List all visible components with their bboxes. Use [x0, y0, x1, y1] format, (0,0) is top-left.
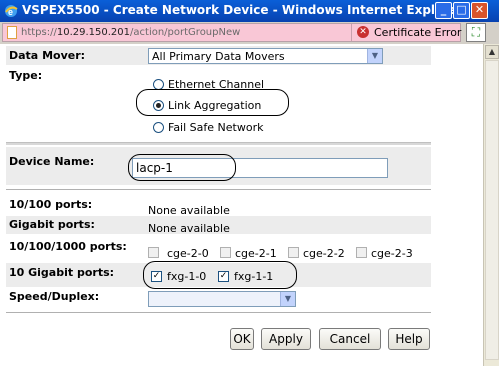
scrollbar-thumb[interactable]	[485, 60, 499, 360]
speed-duplex-label: Speed/Duplex:	[9, 290, 100, 303]
annotation-oval	[143, 261, 297, 289]
data-mover-label: Data Mover:	[9, 49, 86, 62]
section-divider	[6, 142, 431, 145]
window-title-bar[interactable]: e VSPEX5500 - Create Network Device - Wi…	[0, 0, 499, 22]
checkbox-cge-2-1-label: cge-2-1	[235, 247, 277, 260]
minimize-button[interactable]: _	[435, 2, 452, 19]
speed-duplex-select[interactable]: ▼	[148, 291, 296, 307]
certificate-error-button[interactable]: ✕ Certificate Error	[351, 24, 461, 41]
section-divider	[6, 189, 431, 190]
window-title: VSPEX5500 - Create Network Device - Wind…	[22, 3, 464, 17]
scroll-up-arrow-icon[interactable]: ▲	[485, 45, 499, 59]
checkbox-cge-2-3-label: cge-2-3	[371, 247, 413, 260]
checkbox-cge-2-2-label: cge-2-2	[303, 247, 345, 260]
page-icon	[7, 26, 17, 39]
error-shield-icon: ✕	[357, 26, 369, 38]
url-field[interactable]: https://10.29.150.201/action/portGroupNe…	[2, 23, 461, 42]
radio-fail-safe-network-label: Fail Safe Network	[168, 121, 264, 134]
radio-fail-safe-network[interactable]	[153, 122, 164, 133]
apply-button[interactable]: Apply	[261, 328, 311, 350]
section-divider	[6, 312, 431, 313]
gigabit-ports-label: Gigabit ports:	[9, 218, 95, 231]
chevron-down-icon: ▼	[367, 49, 382, 63]
checkbox-cge-2-0-label: cge-2-0	[167, 247, 209, 260]
ports-10-100-1000-label: 10/100/1000 ports:	[9, 240, 127, 253]
compatibility-view-icon[interactable]: ⛶	[466, 23, 486, 42]
checkbox-cge-2-2[interactable]	[288, 247, 299, 258]
checkbox-cge-2-0[interactable]	[148, 247, 159, 258]
data-mover-value: All Primary Data Movers	[152, 50, 285, 63]
url-text: https://10.29.150.201/action/portGroupNe…	[21, 27, 241, 38]
ports-10-100-label: 10/100 ports:	[9, 198, 93, 211]
checkbox-cge-2-3[interactable]	[356, 247, 367, 258]
ten-gigabit-ports-label: 10 Gigabit ports:	[9, 266, 115, 279]
annotation-oval	[128, 154, 236, 181]
form-area: Data Mover: All Primary Data Movers ▼ Ty…	[0, 44, 483, 366]
annotation-oval	[136, 89, 289, 116]
cancel-button[interactable]: Cancel	[319, 328, 381, 350]
internet-explorer-icon: e	[5, 5, 18, 17]
ok-button[interactable]: OK	[230, 328, 254, 350]
svg-text:e: e	[8, 7, 13, 17]
vertical-scrollbar[interactable]: ▲	[483, 44, 499, 366]
maximize-button[interactable]: □	[453, 2, 470, 19]
type-label: Type:	[9, 69, 43, 82]
checkbox-cge-2-1[interactable]	[220, 247, 231, 258]
help-button[interactable]: Help	[388, 328, 430, 350]
close-button[interactable]: ✕	[471, 2, 488, 19]
device-name-label: Device Name:	[9, 155, 95, 168]
data-mover-select[interactable]: All Primary Data Movers ▼	[148, 48, 383, 64]
address-bar: https://10.29.150.201/action/portGroupNe…	[0, 22, 499, 44]
certificate-error-label: Certificate Error	[374, 26, 462, 39]
chevron-down-icon: ▼	[280, 292, 295, 306]
gigabit-ports-value: None available	[148, 222, 230, 235]
